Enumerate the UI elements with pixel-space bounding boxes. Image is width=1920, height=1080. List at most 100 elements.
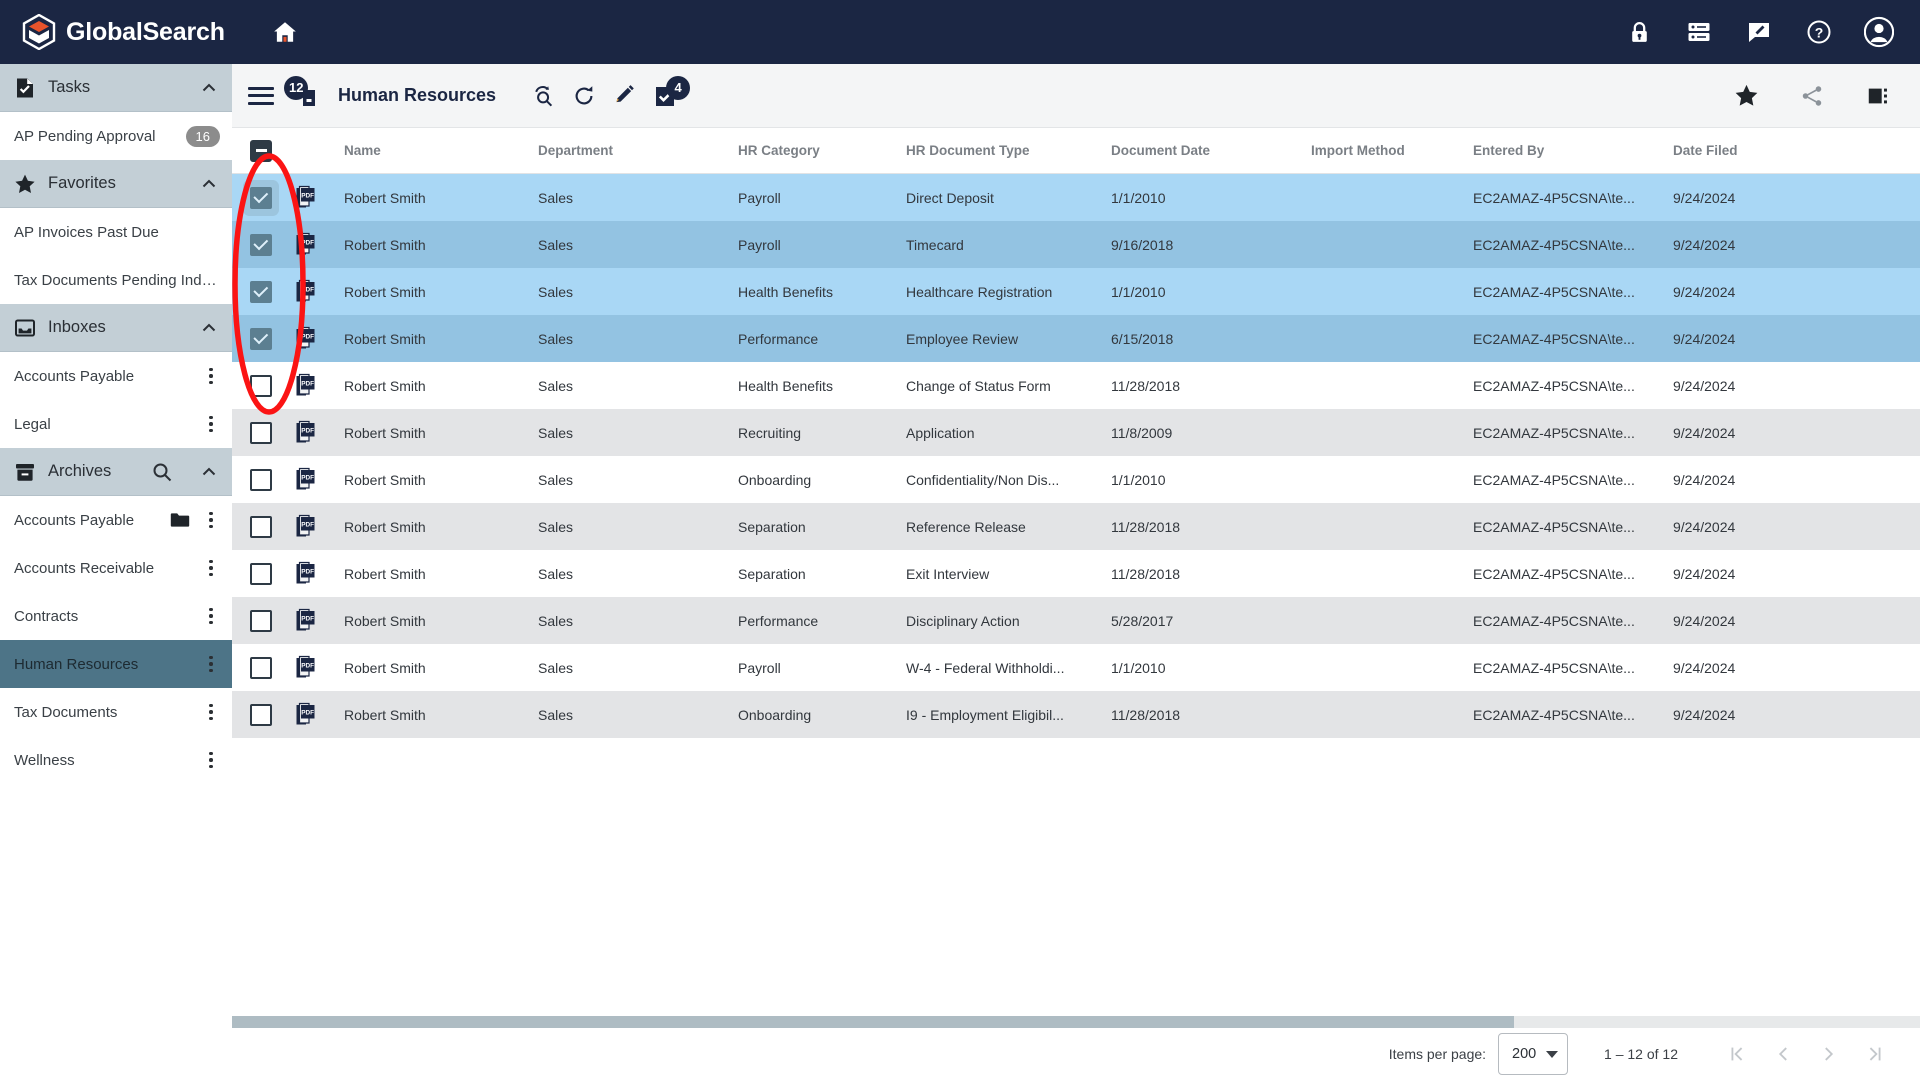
items-per-page-select[interactable]: 200 — [1498, 1033, 1568, 1075]
row-checkbox[interactable] — [232, 234, 290, 256]
chevron-up-icon[interactable] — [200, 79, 218, 97]
sidebar-item-label: Legal — [14, 416, 194, 433]
row-checkbox[interactable] — [232, 469, 290, 491]
column-header-entered-by[interactable]: Entered By — [1473, 143, 1673, 158]
row-checkbox[interactable] — [232, 187, 290, 209]
feedback-icon[interactable] — [1744, 17, 1774, 47]
search-refresh-icon[interactable] — [524, 76, 564, 116]
more-options-icon[interactable] — [202, 510, 220, 530]
sidebar-item-archive-tax-documents[interactable]: Tax Documents — [0, 688, 232, 736]
sidebar-group-archives[interactable]: Archives — [0, 448, 232, 496]
sidebar-group-inboxes[interactable]: Inboxes — [0, 304, 232, 352]
more-options-icon[interactable] — [202, 750, 220, 770]
svg-text:PDF: PDF — [301, 427, 314, 434]
brand-logo-area[interactable]: GlobalSearch — [0, 0, 232, 64]
sidebar-group-label: Favorites — [48, 174, 188, 193]
row-checkbox[interactable] — [232, 422, 290, 444]
previous-page-icon[interactable] — [1760, 1034, 1806, 1074]
cell-category: Payroll — [738, 660, 906, 676]
row-checkbox[interactable] — [232, 657, 290, 679]
sidebar-item-archive-contracts[interactable]: Contracts — [0, 592, 232, 640]
column-header-name[interactable]: Name — [338, 143, 538, 158]
horizontal-scrollbar-thumb[interactable] — [232, 1016, 1514, 1028]
table-row[interactable]: PDFRobert SmithSalesOnboardingI9 - Emplo… — [232, 691, 1920, 738]
chevron-up-icon[interactable] — [200, 463, 218, 481]
hamburger-menu-icon[interactable] — [248, 83, 274, 109]
sidebar-item-archive-accounts-receivable[interactable]: Accounts Receivable — [0, 544, 232, 592]
account-avatar-icon[interactable] — [1864, 17, 1894, 47]
horizontal-scrollbar[interactable] — [232, 1016, 1920, 1028]
sidebar-item-archive-human-resources[interactable]: Human Resources — [0, 640, 232, 688]
more-options-icon[interactable] — [202, 558, 220, 578]
document-batch-icon[interactable]: 12 — [288, 79, 322, 113]
row-checkbox[interactable] — [232, 516, 290, 538]
row-checkbox[interactable] — [232, 328, 290, 350]
checked-document-icon[interactable]: 4 — [650, 79, 684, 113]
row-checkbox[interactable] — [232, 563, 290, 585]
table-row[interactable]: PDFRobert SmithSalesSeparationExit Inter… — [232, 550, 1920, 597]
sidebar-item-inbox-accounts-payable[interactable]: Accounts Payable — [0, 352, 232, 400]
table-body: PDFRobert SmithSalesPayrollDirect Deposi… — [232, 174, 1920, 738]
table-row[interactable]: PDFRobert SmithSalesHealth BenefitsHealt… — [232, 268, 1920, 315]
refresh-icon[interactable] — [564, 76, 604, 116]
row-checkbox-box — [250, 469, 272, 491]
pdf-file-icon: PDF — [290, 655, 338, 681]
cell-doc-date: 11/28/2018 — [1111, 707, 1311, 723]
sidebar-item-archive-wellness[interactable]: Wellness — [0, 736, 232, 784]
column-header-document-date[interactable]: Document Date — [1111, 143, 1311, 158]
table-row[interactable]: PDFRobert SmithSalesPerformanceDisciplin… — [232, 597, 1920, 644]
row-checkbox[interactable] — [232, 704, 290, 726]
sidebar-item-label: Human Resources — [14, 656, 194, 673]
table-row[interactable]: PDFRobert SmithSalesHealth BenefitsChang… — [232, 362, 1920, 409]
more-options-icon[interactable] — [202, 606, 220, 626]
column-header-date-filed[interactable]: Date Filed — [1673, 143, 1833, 158]
column-header-hr-category[interactable]: HR Category — [738, 143, 906, 158]
column-header-hr-document-type[interactable]: HR Document Type — [906, 143, 1111, 158]
table-row[interactable]: PDFRobert SmithSalesPayrollTimecard9/16/… — [232, 221, 1920, 268]
select-all-checkbox[interactable] — [232, 140, 290, 162]
first-page-icon[interactable] — [1714, 1034, 1760, 1074]
table-row[interactable]: PDFRobert SmithSalesRecruitingApplicatio… — [232, 409, 1920, 456]
row-checkbox[interactable] — [232, 375, 290, 397]
next-page-icon[interactable] — [1806, 1034, 1852, 1074]
sidebar-group-favorites[interactable]: Favorites — [0, 160, 232, 208]
sidebar-item-inbox-legal[interactable]: Legal — [0, 400, 232, 448]
cell-doc-date: 11/8/2009 — [1111, 425, 1311, 441]
table-row[interactable]: PDFRobert SmithSalesPayrollDirect Deposi… — [232, 174, 1920, 221]
sidebar-item-tax-documents-pending-indexing[interactable]: Tax Documents Pending Inde... — [0, 256, 232, 304]
pencil-edit-icon[interactable] — [604, 76, 644, 116]
home-icon[interactable] — [268, 15, 302, 49]
last-page-icon[interactable] — [1852, 1034, 1898, 1074]
server-icon[interactable] — [1684, 17, 1714, 47]
table-row[interactable]: PDFRobert SmithSalesSeparationReference … — [232, 503, 1920, 550]
share-icon[interactable] — [1792, 76, 1832, 116]
search-icon[interactable] — [152, 462, 172, 482]
sidebar-group-tasks[interactable]: Tasks — [0, 64, 232, 112]
row-checkbox-box — [250, 187, 272, 209]
chevron-up-icon[interactable] — [200, 319, 218, 337]
lock-icon[interactable] — [1624, 17, 1654, 47]
pdf-file-icon: PDF — [290, 326, 338, 352]
more-options-icon[interactable] — [202, 414, 220, 434]
row-checkbox[interactable] — [232, 610, 290, 632]
row-checkbox[interactable] — [232, 281, 290, 303]
table-row[interactable]: PDFRobert SmithSalesOnboardingConfidenti… — [232, 456, 1920, 503]
table-row[interactable]: PDFRobert SmithSalesPerformanceEmployee … — [232, 315, 1920, 362]
sidebar-item-ap-pending-approval[interactable]: AP Pending Approval 16 — [0, 112, 232, 160]
more-options-icon[interactable] — [202, 366, 220, 386]
star-filled-icon[interactable] — [1726, 76, 1766, 116]
help-icon[interactable]: ? — [1804, 17, 1834, 47]
cell-name: Robert Smith — [338, 425, 538, 441]
more-options-icon[interactable] — [202, 702, 220, 722]
table-row[interactable]: PDFRobert SmithSalesPayrollW-4 - Federal… — [232, 644, 1920, 691]
column-header-import-method[interactable]: Import Method — [1311, 143, 1473, 158]
sidebar-item-archive-accounts-payable[interactable]: Accounts Payable — [0, 496, 232, 544]
layout-panel-icon[interactable] — [1858, 76, 1898, 116]
more-options-icon[interactable] — [202, 654, 220, 674]
cell-doc-date: 11/28/2018 — [1111, 378, 1311, 394]
chevron-up-icon[interactable] — [200, 175, 218, 193]
sidebar-item-ap-invoices-past-due[interactable]: AP Invoices Past Due — [0, 208, 232, 256]
cell-doc-type: Healthcare Registration — [906, 284, 1111, 300]
column-header-department[interactable]: Department — [538, 143, 738, 158]
cell-date-filed: 9/24/2024 — [1673, 519, 1833, 535]
